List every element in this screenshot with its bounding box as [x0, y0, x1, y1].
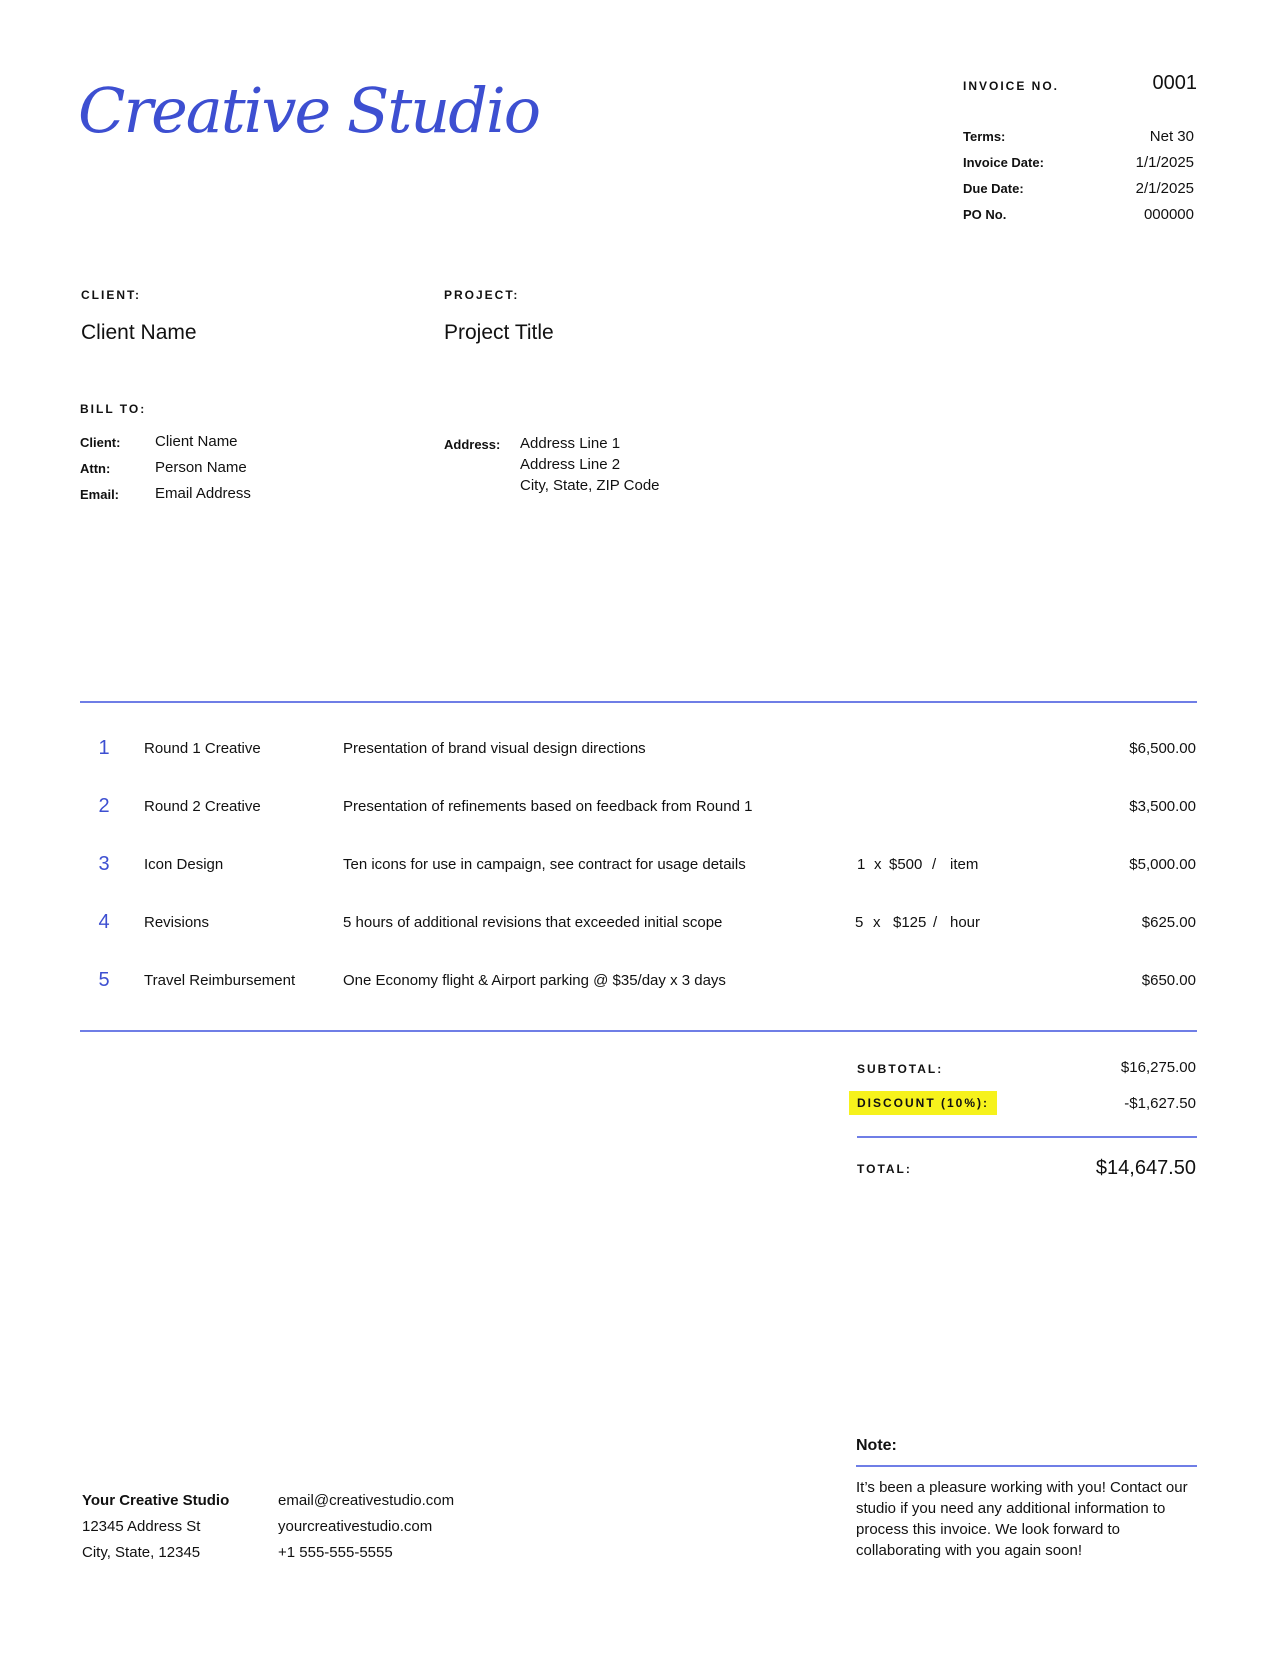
item-times: x — [873, 914, 881, 931]
footer-studio-name: Your Creative Studio — [82, 1492, 230, 1509]
invoice-number: 0001 — [1152, 72, 1198, 94]
item-amount: $3,500.00 — [1129, 798, 1196, 815]
item-description: One Economy flight & Airport parking @ $… — [343, 972, 726, 989]
footer-website[interactable]: yourcreativestudio.com — [278, 1514, 432, 1540]
item-name: Round 1 Creative — [144, 740, 261, 757]
item-description: Presentation of refinements based on fee… — [343, 798, 753, 815]
item-quantity: 5 — [855, 914, 864, 931]
bill-address-line2: Address Line 2 — [520, 456, 621, 473]
item-number: 1 — [98, 737, 110, 759]
project-label: PROJECT: — [444, 288, 520, 302]
note-label: Note: — [856, 1437, 897, 1454]
item-unit: hour — [950, 914, 981, 931]
item-unit: item — [950, 856, 979, 873]
item-amount: $6,500.00 — [1129, 740, 1196, 757]
item-amount: $5,000.00 — [1129, 856, 1196, 873]
project-title: Project Title — [444, 321, 554, 344]
invoice-number-label: INVOICE NO. — [963, 79, 1060, 93]
item-description: 5 hours of additional revisions that exc… — [343, 914, 723, 931]
note-rule — [856, 1465, 1197, 1467]
note-text: It’s been a pleasure working with you! C… — [856, 1479, 1188, 1559]
subtotal-label: SUBTOTAL: — [857, 1062, 944, 1076]
total-label: TOTAL: — [857, 1162, 912, 1176]
item-name: Revisions — [144, 914, 210, 931]
line-items-top-rule — [80, 701, 1197, 703]
total-value: $14,647.50 — [1095, 1157, 1196, 1179]
bill-attn-value: Person Name — [155, 459, 247, 476]
bill-attn-label: Attn: — [80, 461, 111, 476]
bill-to-label: BILL TO: — [80, 402, 147, 416]
client-name: Client Name — [81, 321, 197, 344]
subtotal-value: $16,275.00 — [1120, 1059, 1196, 1076]
totals-rule — [857, 1136, 1197, 1138]
bill-address-label: Address: — [444, 437, 501, 452]
footer-email[interactable]: email@creativestudio.com — [278, 1488, 454, 1514]
footer-address1: 12345 Address St — [82, 1518, 201, 1535]
footer-address2: City, State, 12345 — [82, 1544, 201, 1561]
bill-email-label: Email: — [80, 487, 120, 502]
item-name: Travel Reimbursement — [144, 972, 296, 989]
item-rate: $500 — [889, 856, 923, 873]
bill-address-line3: City, State, ZIP Code — [520, 477, 660, 494]
line-items-bottom-rule — [80, 1030, 1197, 1032]
client-label: CLIENT: — [81, 288, 141, 302]
bill-email-value: Email Address — [155, 485, 251, 502]
item-amount: $625.00 — [1141, 914, 1196, 931]
item-amount: $650.00 — [1141, 972, 1196, 989]
item-times: x — [874, 856, 882, 873]
studio-logo: Creative Studio — [78, 74, 541, 147]
po-number-value: 000000 — [1143, 206, 1194, 223]
discount-label: DISCOUNT (10%): — [849, 1091, 998, 1115]
due-date-value: 2/1/2025 — [1135, 180, 1194, 197]
footer-phone: +1 555-555-5555 — [278, 1544, 393, 1561]
invoice-date-label: Invoice Date: — [963, 155, 1044, 170]
item-number: 5 — [98, 969, 110, 991]
item-quantity: 1 — [857, 856, 866, 873]
bill-address-line1: Address Line 1 — [520, 435, 621, 452]
item-number: 3 — [98, 853, 110, 875]
bill-client-value: Client Name — [155, 433, 238, 450]
item-name: Icon Design — [144, 856, 224, 873]
terms-value: Net 30 — [1149, 128, 1194, 145]
item-description: Ten icons for use in campaign, see contr… — [343, 856, 746, 873]
item-slash: / — [932, 856, 937, 873]
due-date-label: Due Date: — [963, 181, 1024, 196]
item-slash: / — [933, 914, 938, 931]
invoice-date-value: 1/1/2025 — [1135, 154, 1194, 171]
item-number: 2 — [98, 795, 110, 817]
item-number: 4 — [98, 911, 110, 933]
po-number-label: PO No. — [963, 207, 1007, 222]
item-name: Round 2 Creative — [144, 798, 261, 815]
terms-label: Terms: — [963, 129, 1006, 144]
item-description: Presentation of brand visual design dire… — [343, 740, 646, 757]
item-rate: $125 — [893, 914, 927, 931]
discount-value: -$1,627.50 — [1124, 1095, 1196, 1112]
bill-client-label: Client: — [80, 435, 121, 450]
